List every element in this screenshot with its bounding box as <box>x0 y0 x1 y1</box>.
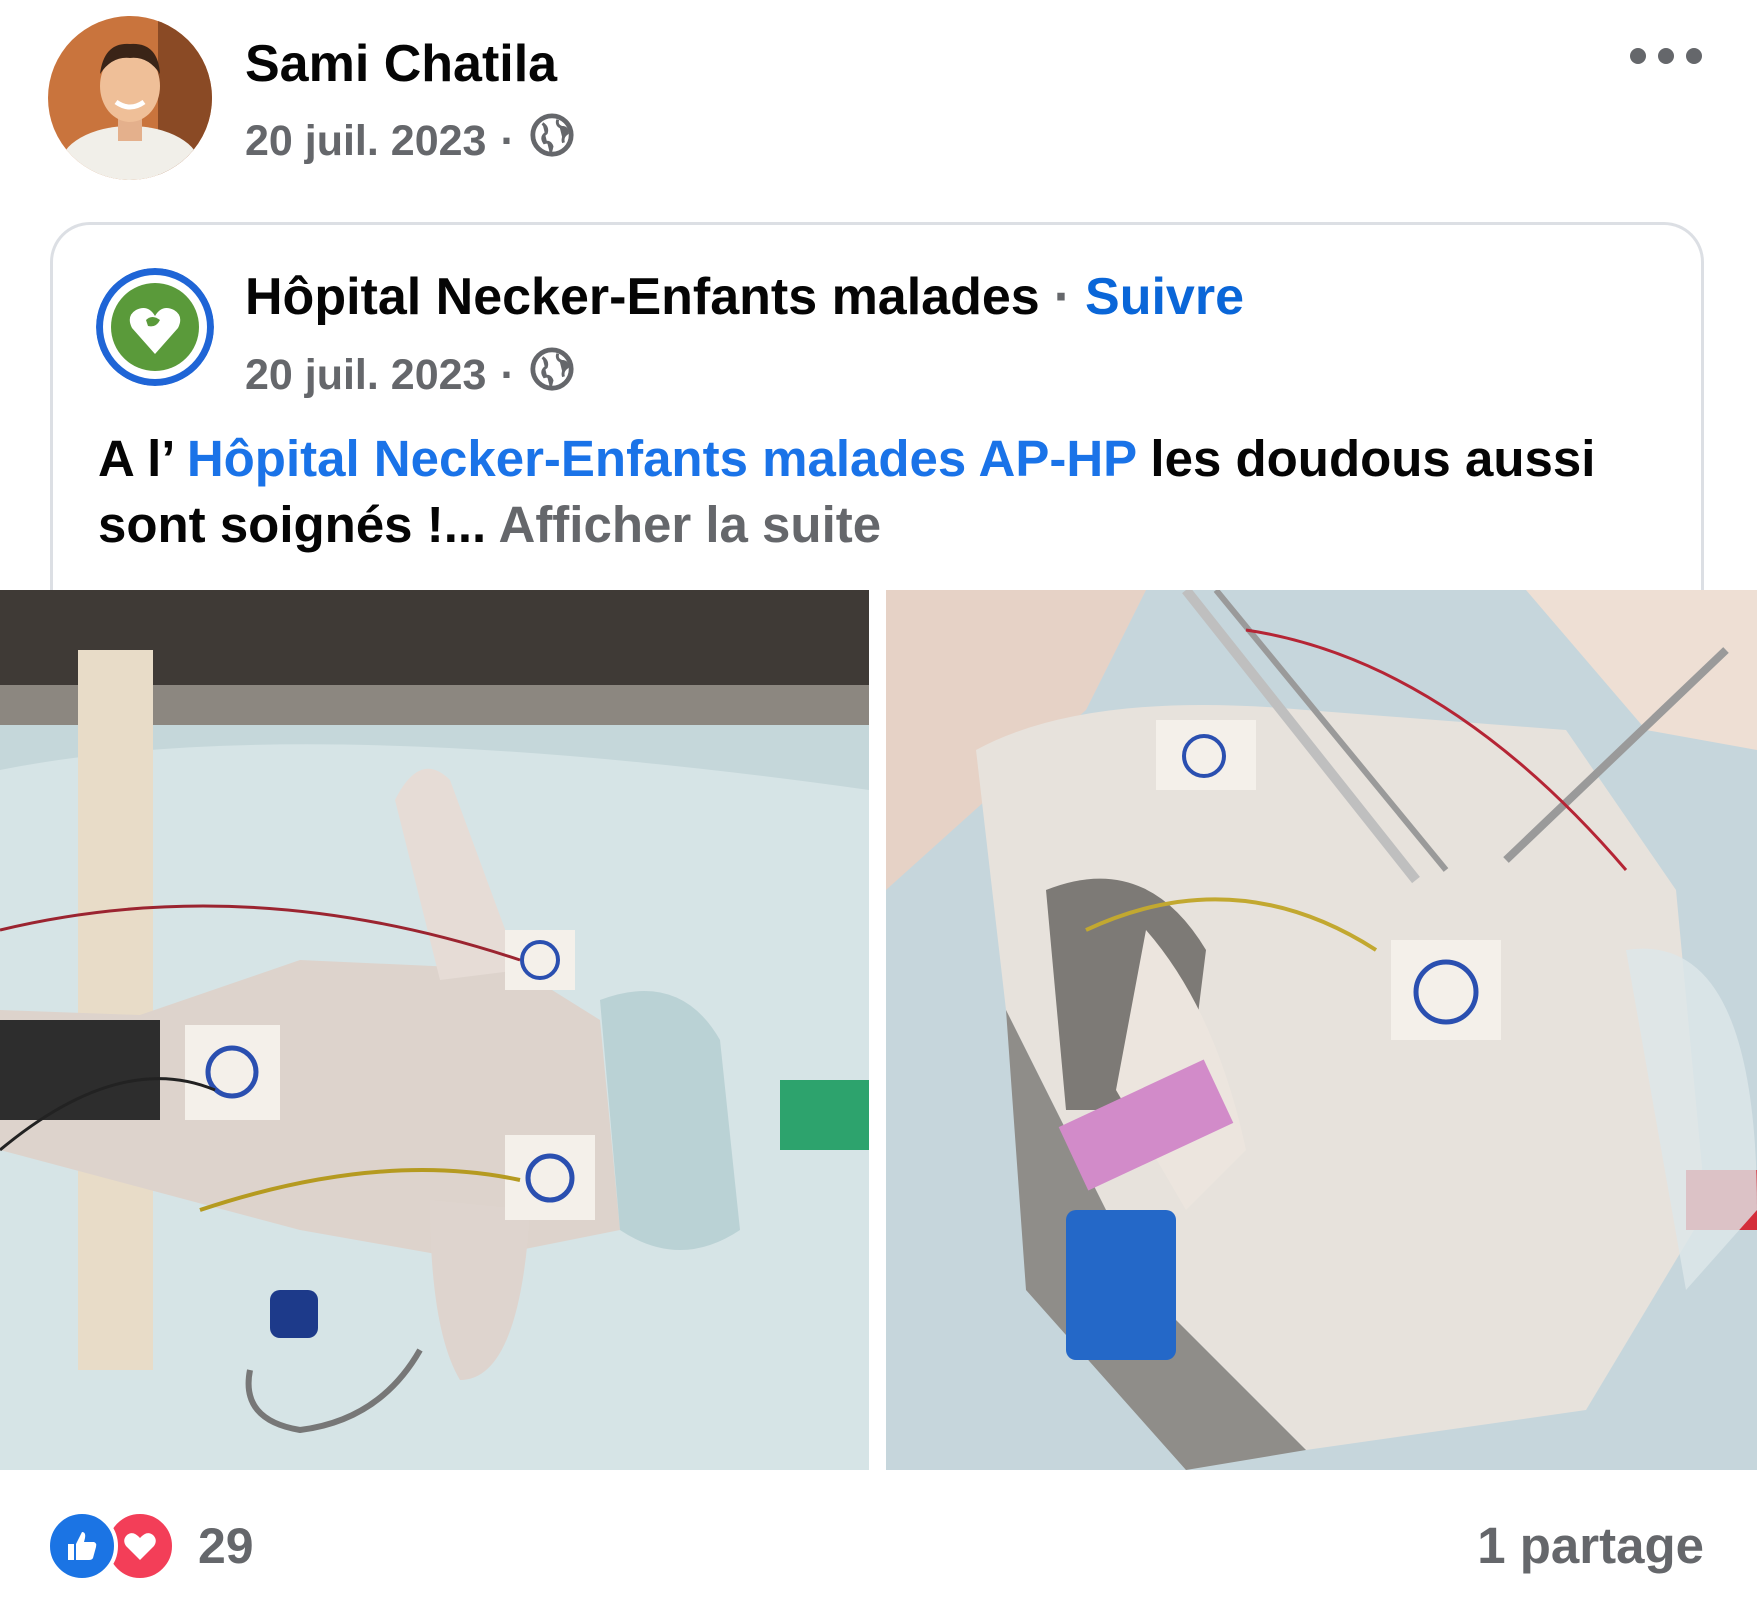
see-more-link[interactable]: Afficher la suite <box>498 496 881 553</box>
post-photo-1[interactable] <box>0 590 869 1470</box>
reaction-count[interactable]: 29 <box>198 1516 254 1576</box>
page-logo[interactable] <box>96 268 214 386</box>
shared-page-name[interactable]: Hôpital Necker-Enfants malades <box>245 268 1040 326</box>
share-count[interactable]: 1 partage <box>1477 1516 1704 1576</box>
header-separator: · <box>1053 268 1072 326</box>
more-options-icon[interactable] <box>1628 36 1704 76</box>
globe-icon <box>529 112 575 170</box>
shared-page-header: Hôpital Necker-Enfants malades · Suivre <box>245 266 1244 328</box>
shared-post-date[interactable]: 20 juil. 2023 <box>245 349 486 401</box>
text-prefix: A l’ <box>98 430 187 487</box>
author-avatar[interactable] <box>48 16 212 180</box>
author-name[interactable]: Sami Chatila <box>245 34 557 94</box>
page-mention-link[interactable]: Hôpital Necker-Enfants malades AP-HP <box>187 430 1136 487</box>
globe-icon <box>529 346 575 404</box>
meta-separator: · <box>500 117 515 165</box>
shared-post-meta: 20 juil. 2023 · <box>245 346 575 404</box>
post-date[interactable]: 20 juil. 2023 <box>245 115 486 167</box>
meta-separator: · <box>500 351 515 399</box>
post-photo-2[interactable] <box>886 590 1757 1470</box>
post-text: A l’ Hôpital Necker-Enfants malades AP-H… <box>98 426 1658 558</box>
follow-button[interactable]: Suivre <box>1085 268 1244 326</box>
reactions-summary[interactable]: 29 <box>46 1510 254 1582</box>
post-meta: 20 juil. 2023 · <box>245 112 575 170</box>
like-icon <box>46 1510 118 1582</box>
